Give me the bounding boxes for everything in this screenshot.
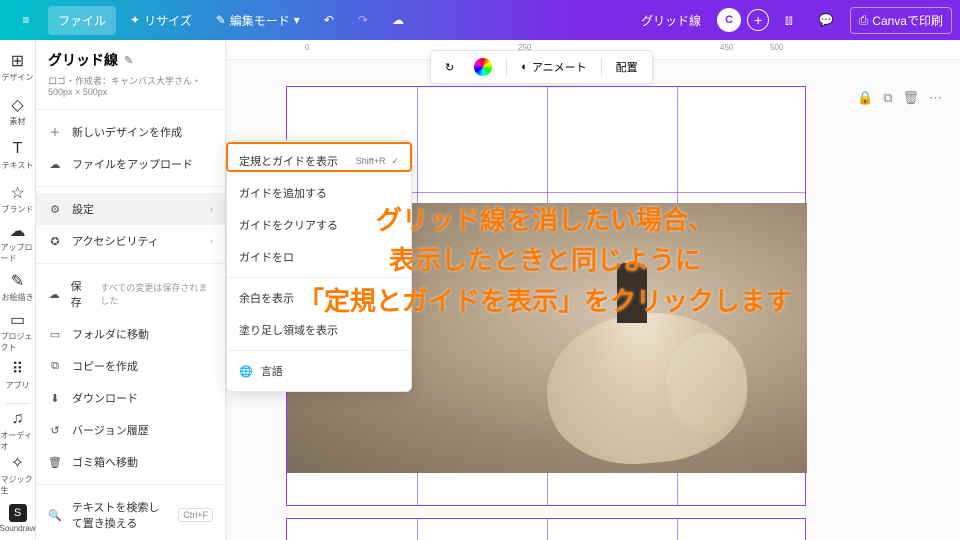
draw-icon: ✎ (9, 272, 27, 290)
document-title[interactable]: グリッド線 (631, 6, 711, 35)
rail-apps[interactable]: ⠿アプリ (1, 355, 35, 397)
rail-audio[interactable]: ♫オーディオ (1, 410, 35, 452)
cloud-upload-icon: ☁ (48, 157, 62, 171)
rail-projects[interactable]: ▭プロジェクト (1, 311, 35, 353)
redo-icon: ↷ (358, 13, 368, 27)
more-page-icon[interactable]: ⋯ (929, 90, 942, 106)
menu-search-replace[interactable]: 🔍テキストを検索して置き換えるCtrl+F (36, 491, 225, 539)
animate-icon: ◐ (521, 61, 528, 73)
text-icon: T (9, 140, 27, 158)
menu-icon: ≡ (18, 12, 34, 28)
menu-move-folder[interactable]: ▭フォルダに移動 (36, 318, 225, 350)
globe-icon: 🌐 (239, 365, 253, 378)
file-menu-button[interactable]: ファイル (48, 6, 116, 35)
menu-copy[interactable]: ⧉コピーを作成 (36, 350, 225, 382)
plus-icon: ＋ (48, 125, 62, 139)
menu-settings[interactable]: ⚙設定› (36, 193, 225, 225)
position-button[interactable]: 配置 (610, 55, 644, 79)
rail-draw[interactable]: ✎お絵描き (1, 266, 35, 308)
chevron-down-icon: ▾ (294, 13, 300, 27)
rail-design[interactable]: ⊞デザイン (1, 46, 35, 88)
color-button[interactable] (468, 54, 498, 80)
wand-icon: ✧ (9, 454, 27, 472)
undo-icon: ↶ (324, 13, 334, 27)
delete-page-icon[interactable]: 🗑 (902, 90, 919, 106)
brand-icon: ☆ (9, 184, 27, 202)
submenu-clear-guide[interactable]: ガイドをクリアする (227, 209, 411, 241)
comment-icon: 💬 (819, 13, 834, 27)
user-avatar[interactable]: C (717, 8, 741, 32)
menu-history[interactable]: ↺バージョン履歴 (36, 414, 225, 446)
duplicate-page-icon[interactable]: ⧉ (883, 90, 892, 106)
check-icon: ✓ (391, 156, 399, 167)
page-controls: 🔒 ⧉ 🗑 ⋯ (857, 90, 942, 106)
submenu-language[interactable]: 🌐言語 (227, 355, 411, 387)
cloud-sync-button[interactable]: ☁ (382, 7, 414, 33)
lock-icon[interactable]: 🔒 (857, 90, 873, 106)
menu-accessibility[interactable]: ✪アクセシビリティ› (36, 225, 225, 257)
cloud-icon: ☁ (392, 13, 404, 27)
submenu-bleed[interactable]: 塗り足し領域を表示 (227, 314, 411, 346)
page-2[interactable] (286, 518, 806, 540)
resize-button[interactable]: ✦リサイズ (120, 6, 202, 35)
search-icon: 🔍 (48, 508, 62, 522)
share-add-button[interactable]: + (747, 9, 769, 31)
context-toolbar: ↻ ◐アニメート 配置 (430, 50, 653, 84)
submenu-add-guide[interactable]: ガイドを追加する (227, 177, 411, 209)
download-icon: ⬇ (48, 391, 62, 405)
menu-save[interactable]: ☁保存すべての変更は保存されました (36, 270, 225, 318)
soundraw-icon: S (9, 504, 27, 522)
printer-icon: ⎙ (859, 13, 869, 28)
shapes-icon: ◇ (9, 96, 27, 114)
rail-brand[interactable]: ☆ブランド (1, 178, 35, 220)
rail-upload[interactable]: ☁アップロード (1, 222, 35, 264)
file-panel-title: グリッド線✎ (48, 50, 213, 70)
apps-icon: ⠿ (9, 360, 27, 378)
redo-button[interactable]: ↷ (348, 7, 378, 33)
history-icon: ↺ (48, 423, 62, 437)
copy-icon: ⧉ (48, 359, 62, 373)
submenu-ruler-guide[interactable]: 定規とガイドを表示Shift+R✓ (227, 145, 411, 177)
undo-button[interactable]: ↶ (314, 7, 344, 33)
hamburger-menu[interactable]: ≡ (8, 6, 44, 34)
music-icon: ♫ (9, 410, 27, 428)
folder-move-icon: ▭ (48, 327, 62, 341)
print-button[interactable]: ⎙Canvaで印刷 (850, 7, 952, 34)
menu-trash[interactable]: 🗑ゴミ箱へ移動 (36, 446, 225, 478)
rail-elements[interactable]: ◇素材 (1, 90, 35, 132)
template-icon: ⊞ (9, 52, 27, 70)
rail-text[interactable]: Tテキスト (1, 134, 35, 176)
top-toolbar: ≡ ファイル ✦リサイズ ✎編集モード▾ ↶ ↷ ☁ グリッド線 C + ⫾⫾ … (0, 0, 960, 40)
color-wheel-icon (474, 58, 492, 76)
comment-button[interactable]: 💬 (809, 7, 844, 33)
cloud-check-icon: ☁ (48, 287, 61, 301)
animate-button[interactable]: ◐アニメート (515, 55, 592, 79)
upload-icon: ☁ (9, 222, 27, 240)
submenu-lock-guide[interactable]: ガイドをロ (227, 241, 411, 273)
analytics-button[interactable]: ⫾⫾ (775, 7, 803, 34)
file-panel-subtitle: ロゴ・作成者：キャンバス大学さん・500px × 500px (48, 74, 213, 97)
pencil-icon: ✎ (216, 13, 226, 27)
chevron-right-icon: › (210, 204, 213, 215)
menu-download[interactable]: ⬇ダウンロード (36, 382, 225, 414)
sparkle-icon: ✦ (130, 13, 140, 27)
accessibility-icon: ✪ (48, 234, 62, 248)
refresh-icon: ↻ (445, 61, 454, 74)
rail-magic[interactable]: ✧マジック生 (1, 454, 35, 496)
chevron-right-icon: › (210, 236, 213, 247)
chart-icon: ⫾⫾ (785, 13, 793, 28)
trash-icon: 🗑 (48, 455, 62, 469)
edit-title-icon[interactable]: ✎ (124, 54, 133, 67)
refresh-button[interactable]: ↻ (439, 57, 460, 78)
rail-soundraw[interactable]: SSoundraw (1, 498, 35, 540)
submenu-margin[interactable]: 余白を表示 (227, 282, 411, 314)
menu-upload-file[interactable]: ☁ファイルをアップロード (36, 148, 225, 180)
file-menu-panel: グリッド線✎ ロゴ・作成者：キャンバス大学さん・500px × 500px ＋新… (36, 40, 226, 540)
menu-new-design[interactable]: ＋新しいデザインを作成 (36, 116, 225, 148)
gear-icon: ⚙ (48, 202, 62, 216)
edit-mode-button[interactable]: ✎編集モード▾ (206, 6, 310, 35)
folder-icon: ▭ (9, 311, 27, 329)
left-rail: ⊞デザイン ◇素材 Tテキスト ☆ブランド ☁アップロード ✎お絵描き ▭プロジ… (0, 40, 36, 540)
settings-submenu: 定規とガイドを表示Shift+R✓ ガイドを追加する ガイドをクリアする ガイド… (226, 140, 412, 392)
